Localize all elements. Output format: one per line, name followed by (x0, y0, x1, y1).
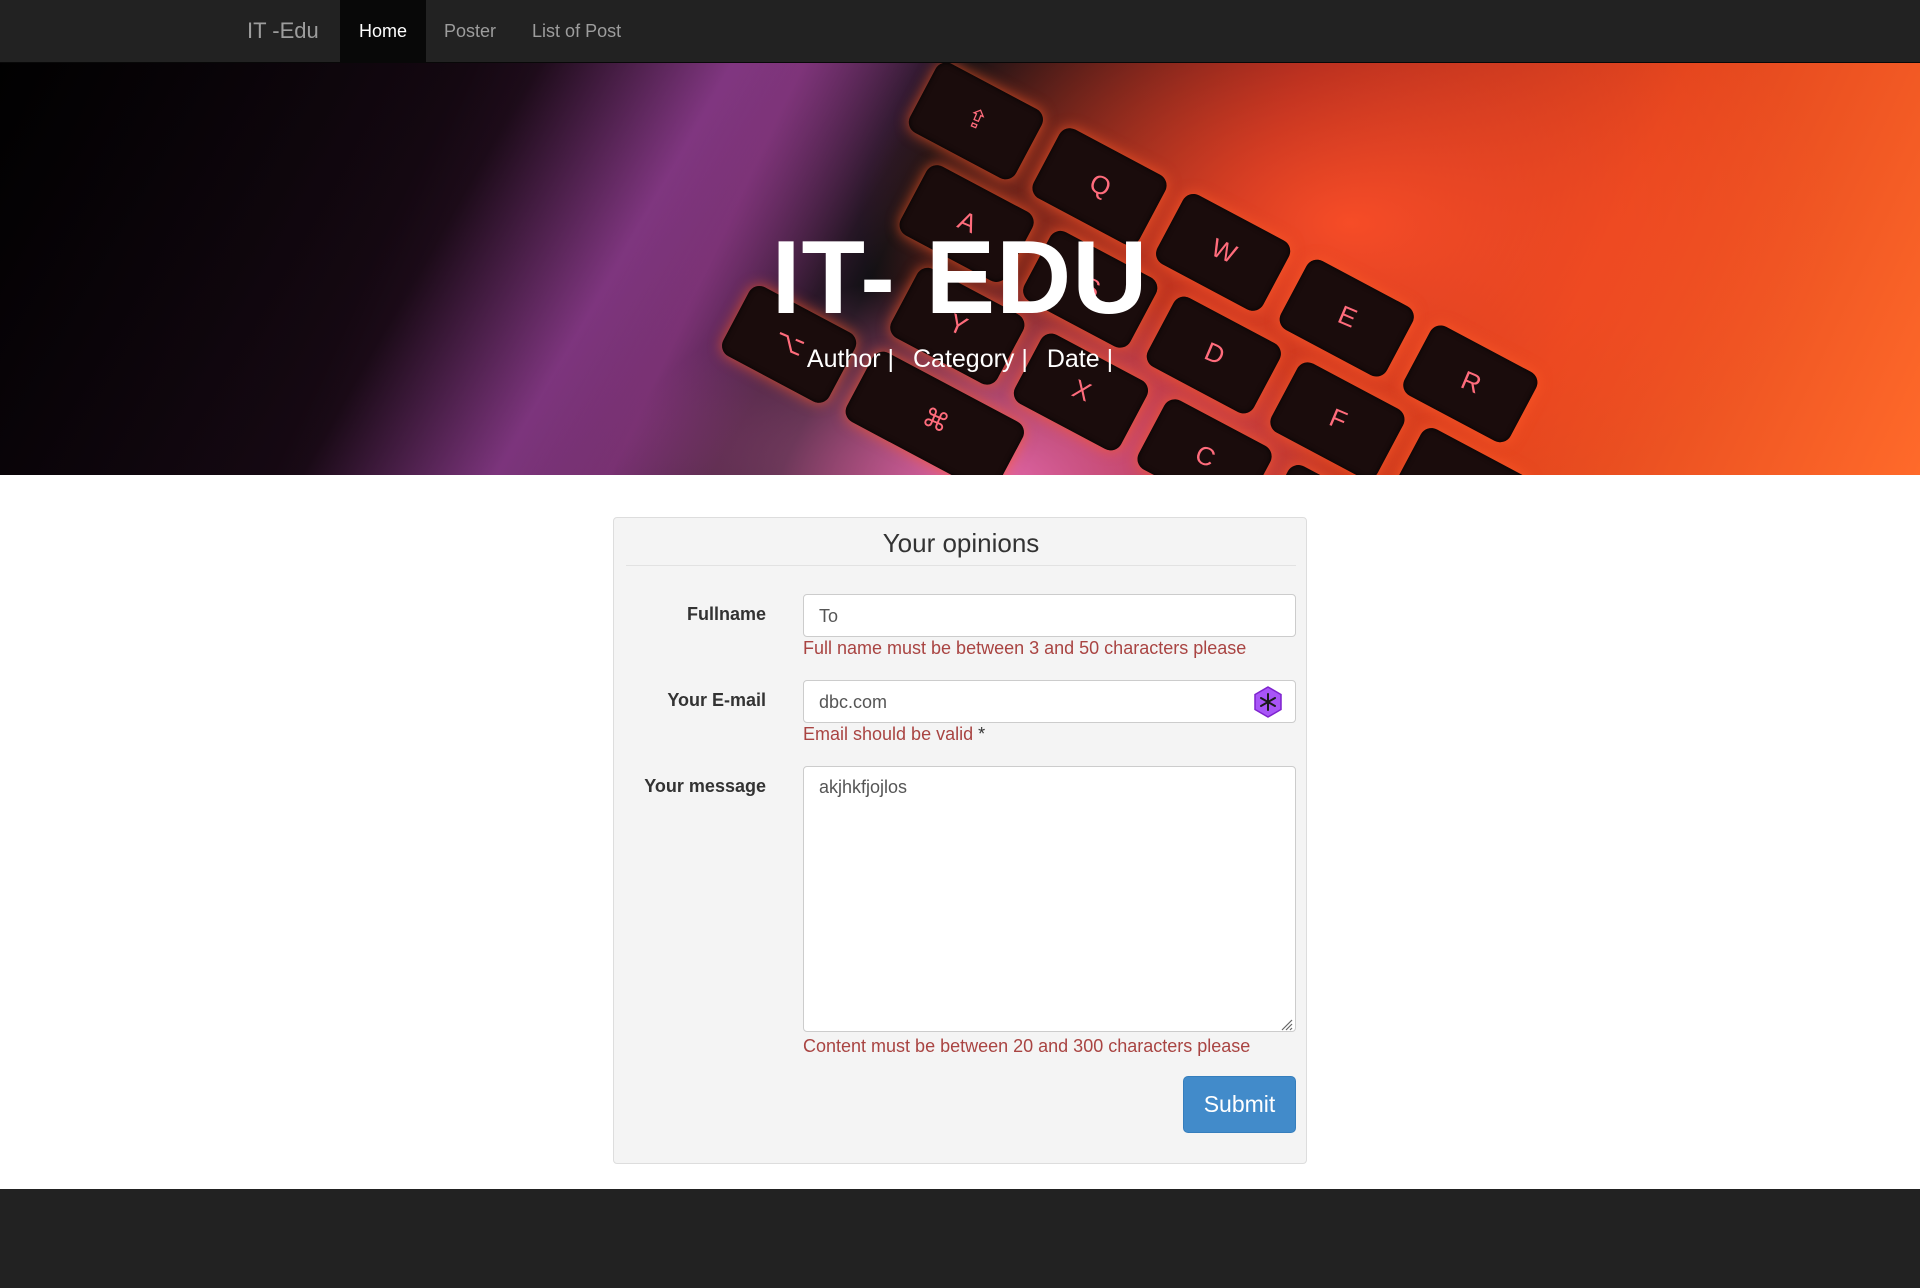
fullname-value: To (819, 606, 839, 626)
nav-item-list-of-post[interactable]: List of Post (514, 0, 639, 62)
message-value: akjhkfjojlos (819, 777, 908, 797)
nav-menu: Home Poster List of Post (340, 0, 639, 62)
nav-item-poster[interactable]: Poster (426, 0, 514, 62)
opinion-form-panel: Your opinions Fullname To Full name must… (613, 517, 1307, 1164)
email-value: dbc.com (819, 692, 888, 712)
brand-link[interactable]: IT -Edu (247, 0, 319, 62)
form-title: Your opinions (626, 528, 1296, 566)
email-required-mark: * (978, 724, 986, 744)
email-label: Your E-mail (667, 690, 766, 710)
meta-date: Date | (1046, 345, 1114, 373)
message-label: Your message (644, 776, 766, 796)
email-input[interactable]: dbc.com (803, 680, 1296, 723)
email-error: Email should be valid * (803, 724, 985, 745)
page-footer (0, 1189, 1920, 1288)
fullname-input[interactable]: To (803, 594, 1296, 637)
fullname-label: Fullname (686, 604, 766, 624)
top-navbar: IT -Edu Home Poster List of Post (0, 0, 1920, 63)
hero-banner: ⇪ Q W E R A S D F G Y X C V ⌥ ⌘ IT- EDU … (0, 63, 1920, 475)
hexagon-asterisk-icon[interactable] (1251, 685, 1285, 719)
message-error: Content must be between 20 and 300 chara… (803, 1036, 1251, 1056)
nav-item-home[interactable]: Home (340, 0, 427, 62)
fullname-error: Full name must be between 3 and 50 chara… (803, 638, 1247, 658)
resize-handle-icon[interactable] (1279, 1015, 1293, 1031)
hero-meta: Author | Category | Date | (0, 345, 1920, 374)
meta-author: Author | (806, 345, 895, 373)
email-error-text: Email should be valid (803, 724, 974, 744)
meta-category: Category | (912, 345, 1028, 373)
message-textarea[interactable]: akjhkfjojlos (803, 766, 1296, 1032)
hero-title: IT- EDU (771, 220, 1149, 336)
submit-button[interactable]: Submit (1183, 1076, 1296, 1133)
